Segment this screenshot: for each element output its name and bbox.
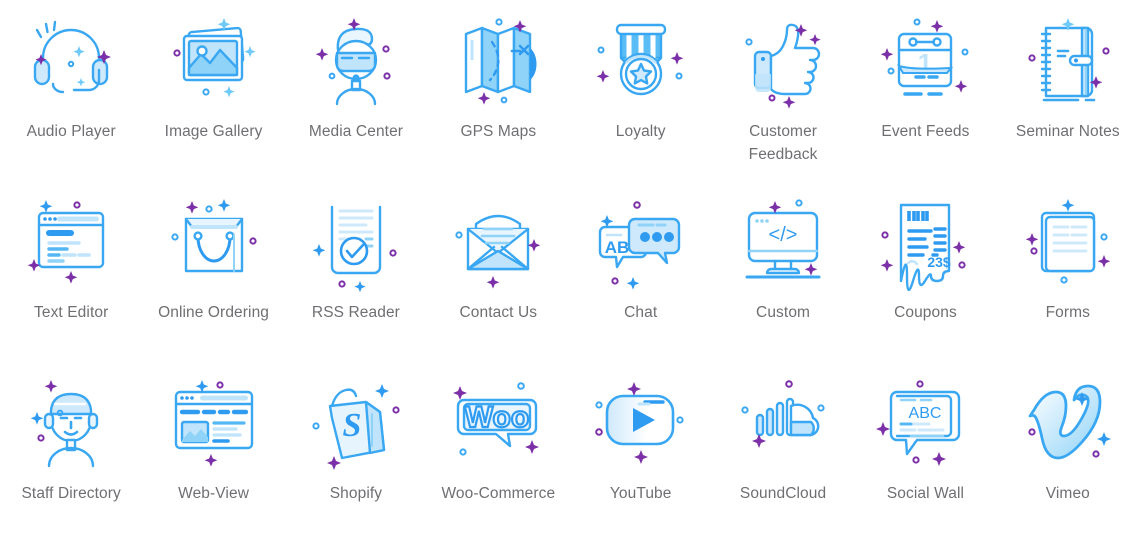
feature-label: Chat [624,304,658,321]
feature-tile-shopify[interactable]: S Shopify [285,362,427,544]
person-face-icon [19,370,123,474]
feature-tile-chat[interactable]: AB Chat [570,181,712,362]
receipt-icon: 23$ [873,189,977,293]
feature-tile-forms[interactable]: Forms [997,181,1139,362]
youtube-play-icon [589,370,693,474]
feature-label: Forms [1045,304,1091,321]
feature-label: Event Feeds [881,123,970,140]
feature-label: SoundCloud [739,485,827,502]
medal-icon [589,8,693,112]
open-envelope-icon [446,189,550,293]
feature-label: Customer Feedback [748,123,818,163]
feature-tile-audio-player[interactable]: Audio Player [0,0,142,181]
feature-label: GPS Maps [460,123,537,140]
vr-person-icon [304,8,408,112]
browser-text-icon [19,189,123,293]
shopping-bag-icon [162,189,266,293]
feature-label: Staff Directory [21,485,121,502]
monitor-code-icon: </> [731,189,835,293]
coupon-amount-text: 23$ [928,254,952,270]
feature-tile-coupons[interactable]: 23$ Coupons [854,181,996,362]
feature-label: Image Gallery [164,123,263,140]
feature-tile-youtube[interactable]: YouTube [570,362,712,544]
feature-label: Social Wall [886,485,965,502]
feature-label: Custom [756,304,811,321]
feature-icon-grid: Audio Player Image Gallery Media Center … [0,0,1139,544]
abc-bubble-icon: ABC [873,370,977,474]
form-pages-icon [1016,189,1120,293]
feature-label: Shopify [329,485,383,502]
code-glyph-text: </> [769,224,798,246]
vimeo-v-icon [1016,370,1120,474]
woo-word-text: Woo [465,401,529,434]
woo-bubble-icon: Woo [446,370,550,474]
shopify-bag-icon: S [304,370,408,474]
feature-label: Text Editor [34,304,109,321]
feature-tile-rss-reader[interactable]: RSS Reader [285,181,427,362]
feature-label: Vimeo [1045,485,1090,502]
feature-tile-media-center[interactable]: Media Center [285,0,427,181]
feature-tile-social-wall[interactable]: ABC Social Wall [854,362,996,544]
browser-layout-icon [162,370,266,474]
feature-label: Seminar Notes [1015,123,1120,140]
feature-label: Loyalty [615,123,666,140]
feature-label: RSS Reader [311,304,400,321]
feature-label: Media Center [308,123,404,140]
feature-label: Web-View [178,485,249,502]
feature-tile-vimeo[interactable]: Vimeo [997,362,1139,544]
speech-bubbles-icon: AB [589,189,693,293]
feature-tile-custom[interactable]: </> Custom [712,181,854,362]
feature-label: Woo-Commerce [441,485,556,502]
document-check-icon [304,189,408,293]
feature-tile-image-gallery[interactable]: Image Gallery [142,0,284,181]
feature-label: YouTube [609,485,672,502]
feature-tile-staff-directory[interactable]: Staff Directory [0,362,142,544]
feature-tile-event-feeds[interactable]: 1 Event Feeds [854,0,996,181]
feature-tile-seminar-notes[interactable]: Seminar Notes [997,0,1139,181]
thumbs-up-icon [731,8,835,112]
soundcloud-icon [731,370,835,474]
feature-tile-customer-feedback[interactable]: Customer Feedback [712,0,854,181]
chat-letters-text: AB [604,238,629,257]
feature-tile-contact-us[interactable]: Contact Us [427,181,569,362]
feature-label: Contact Us [459,304,538,321]
social-letters-text: ABC [909,405,942,422]
feature-tile-loyalty[interactable]: Loyalty [570,0,712,181]
feature-tile-soundcloud[interactable]: SoundCloud [712,362,854,544]
feature-tile-web-view[interactable]: Web-View [142,362,284,544]
headphones-icon [19,8,123,112]
notebook-icon [1016,8,1120,112]
feature-label: Audio Player [26,123,116,140]
feature-label: Coupons [894,304,957,321]
folded-map-icon [446,8,550,112]
feature-tile-text-editor[interactable]: Text Editor [0,181,142,362]
calendar-icon: 1 [873,8,977,112]
feature-tile-woo-commerce[interactable]: Woo Woo-Commerce [427,362,569,544]
photos-icon [162,8,266,112]
feature-tile-gps-maps[interactable]: GPS Maps [427,0,569,181]
feature-label: Online Ordering [158,304,270,321]
svg-text:S: S [342,407,361,444]
feature-tile-online-ordering[interactable]: Online Ordering [142,181,284,362]
